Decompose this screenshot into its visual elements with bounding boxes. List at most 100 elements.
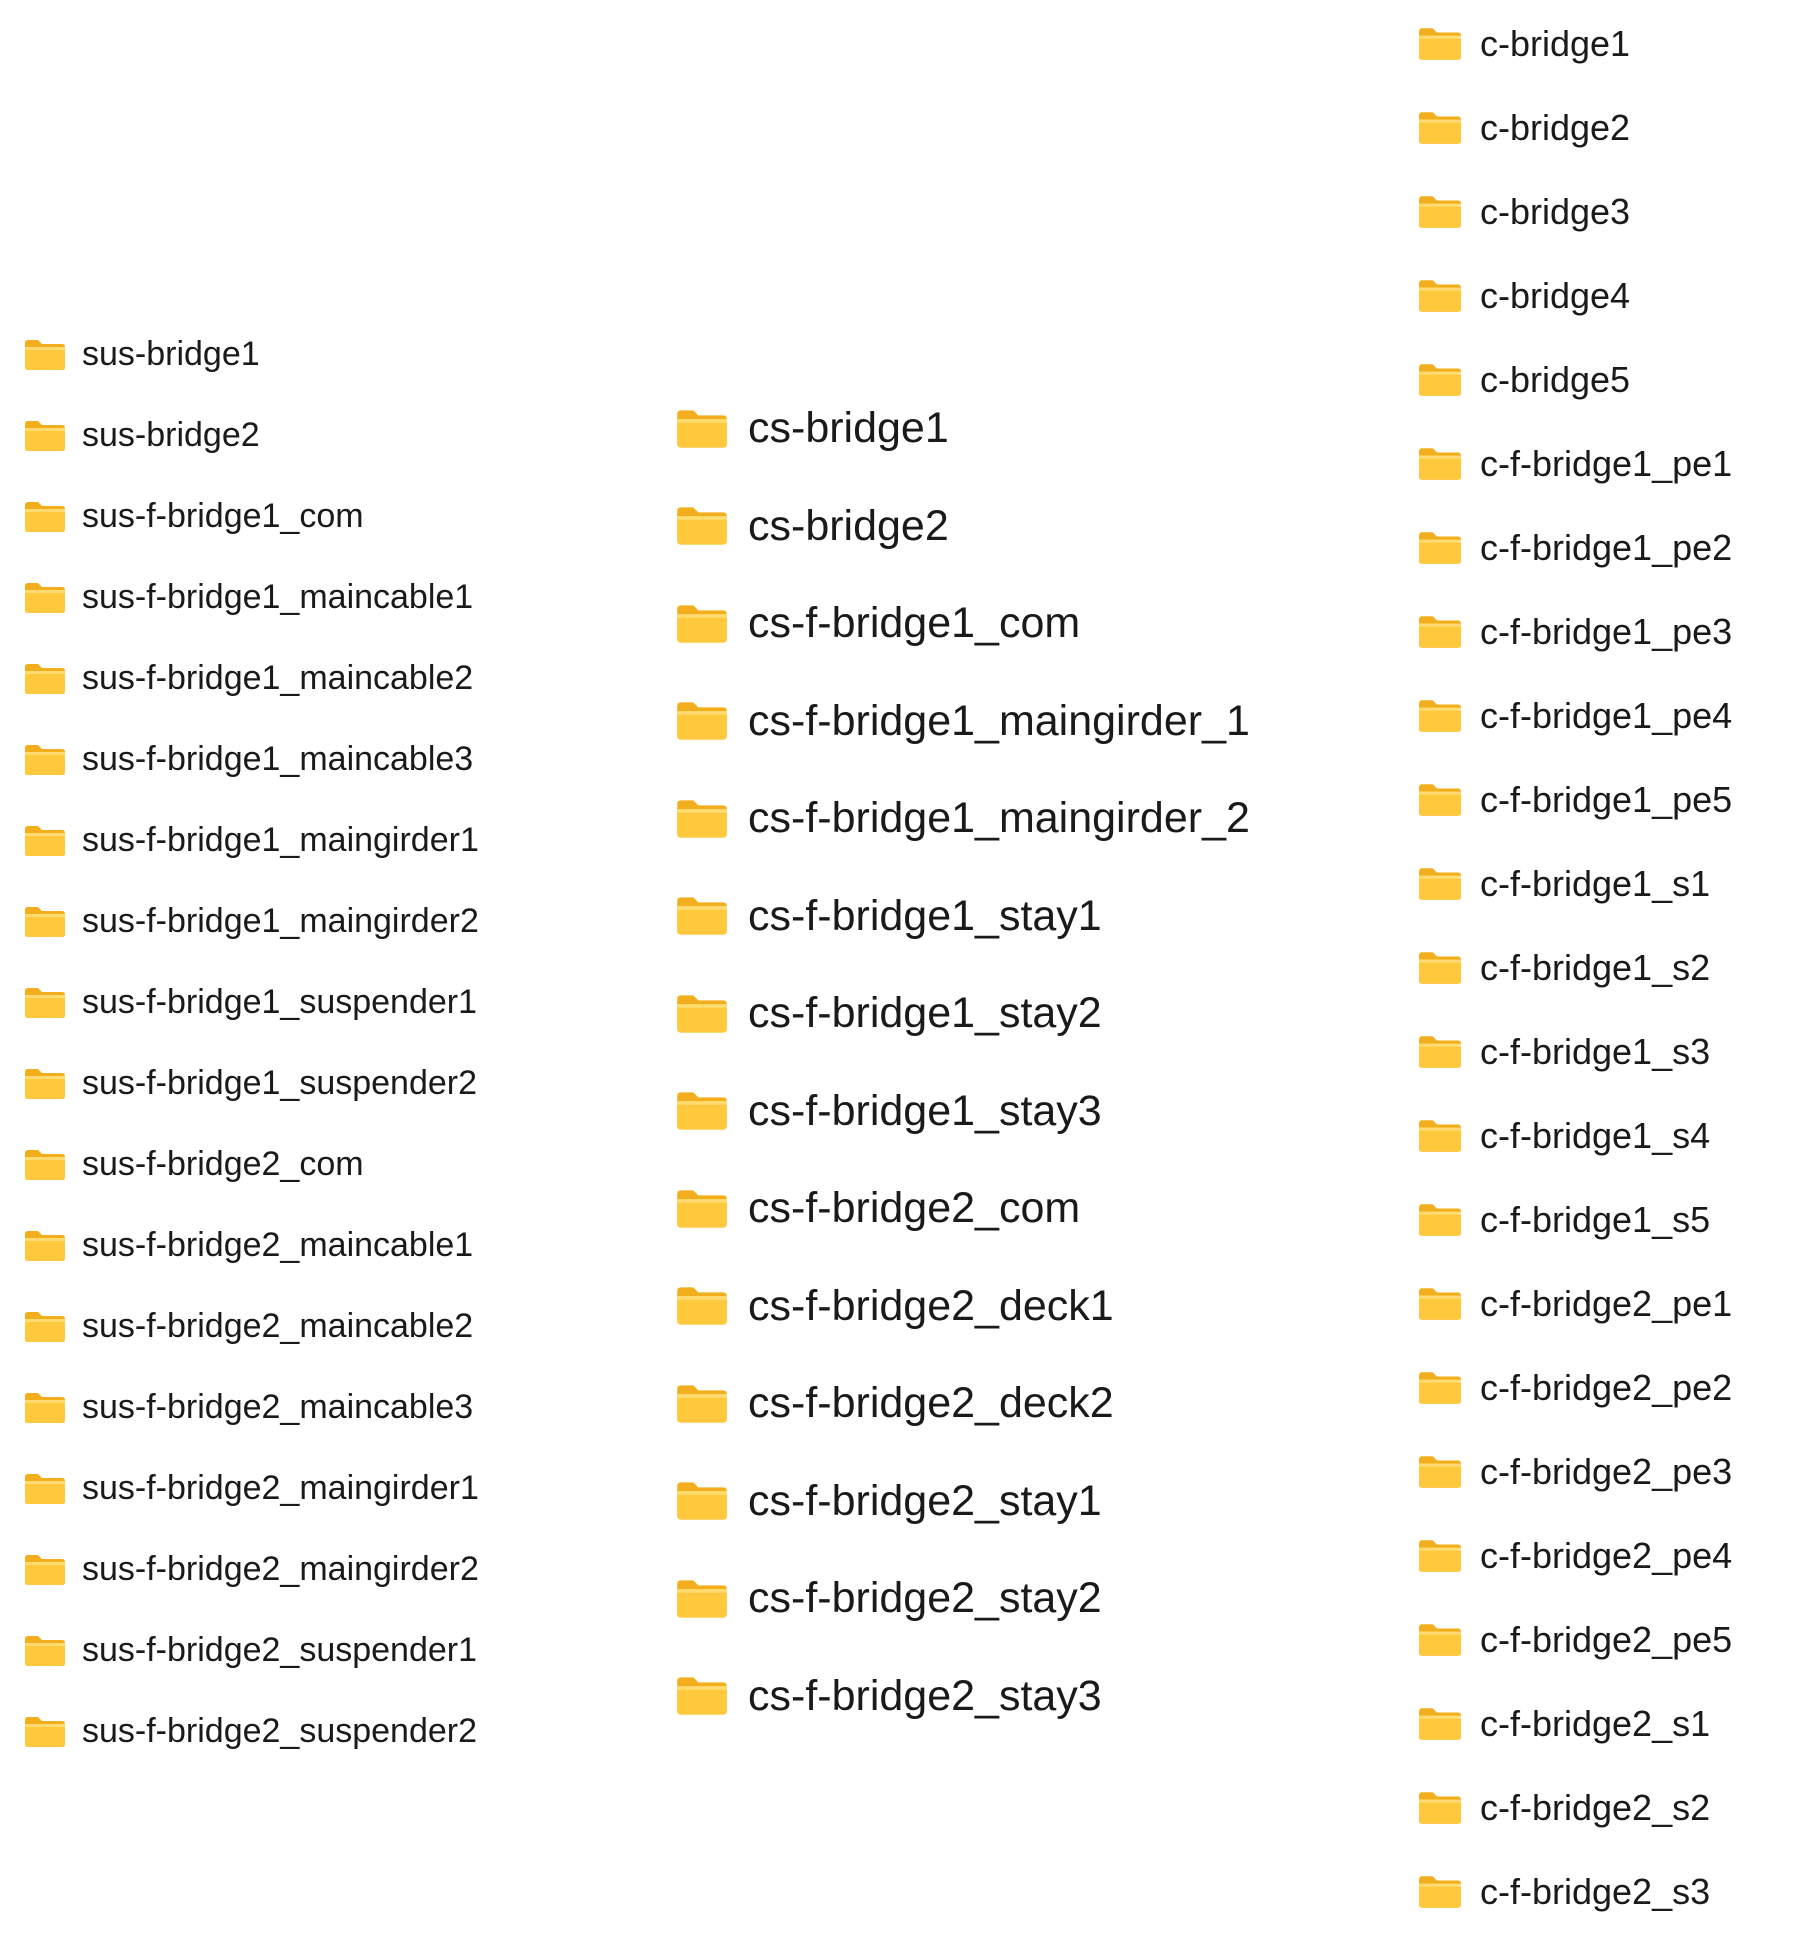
folder-icon <box>1418 1455 1462 1489</box>
folder-item[interactable]: sus-f-bridge2_suspender1 <box>24 1610 479 1691</box>
folder-item[interactable]: c-f-bridge1_s4 <box>1418 1094 1732 1178</box>
folder-icon <box>1418 195 1462 229</box>
folder-item[interactable]: c-bridge5 <box>1418 338 1732 422</box>
folder-name: sus-f-bridge1_maincable1 <box>82 578 474 616</box>
folder-icon <box>24 1635 66 1667</box>
folder-item[interactable]: cs-f-bridge1_maingirder_2 <box>676 770 1250 868</box>
folder-item[interactable]: c-f-bridge1_pe4 <box>1418 674 1732 758</box>
folder-name: c-f-bridge1_pe5 <box>1480 779 1733 820</box>
folder-item[interactable]: sus-bridge2 <box>24 395 479 476</box>
folder-item[interactable]: c-f-bridge2_pe3 <box>1418 1430 1732 1514</box>
folder-icon <box>1418 531 1462 565</box>
folder-icon <box>24 1068 66 1100</box>
folder-item[interactable]: cs-f-bridge2_stay3 <box>676 1648 1250 1746</box>
folder-item[interactable]: sus-f-bridge2_maingirder2 <box>24 1529 479 1610</box>
folder-name: c-bridge1 <box>1480 23 1631 64</box>
folder-item[interactable]: sus-f-bridge2_suspender2 <box>24 1691 479 1772</box>
folder-item[interactable]: sus-f-bridge2_maincable2 <box>24 1286 479 1367</box>
folder-item[interactable]: c-f-bridge2_pe1 <box>1418 1262 1732 1346</box>
folder-item[interactable]: c-f-bridge1_pe3 <box>1418 590 1732 674</box>
folder-icon <box>24 501 66 533</box>
folder-item[interactable]: sus-f-bridge1_suspender1 <box>24 962 479 1043</box>
folder-name: cs-f-bridge1_com <box>748 599 1081 648</box>
folder-icon <box>676 994 728 1034</box>
folder-item[interactable]: c-bridge3 <box>1418 170 1732 254</box>
folder-item[interactable]: sus-f-bridge1_maingirder1 <box>24 800 479 881</box>
folder-item[interactable]: c-f-bridge1_s1 <box>1418 842 1732 926</box>
folder-name: cs-f-bridge2_stay3 <box>748 1671 1102 1720</box>
folder-item[interactable]: cs-f-bridge2_deck1 <box>676 1258 1250 1356</box>
folder-name: cs-f-bridge1_stay1 <box>748 891 1102 940</box>
folder-icon <box>24 663 66 695</box>
folder-item[interactable]: sus-f-bridge2_maincable1 <box>24 1205 479 1286</box>
folder-item[interactable]: c-f-bridge2_s3 <box>1418 1850 1732 1934</box>
folder-item[interactable]: sus-f-bridge1_maincable2 <box>24 638 479 719</box>
folder-item[interactable]: cs-bridge1 <box>676 380 1250 478</box>
folder-name: c-f-bridge1_s4 <box>1480 1115 1711 1156</box>
folder-name: c-f-bridge1_s5 <box>1480 1199 1711 1240</box>
folder-name: sus-f-bridge1_com <box>82 497 364 535</box>
folder-item[interactable]: sus-f-bridge1_maincable1 <box>24 557 479 638</box>
folder-icon <box>24 1230 66 1262</box>
folder-item[interactable]: c-f-bridge2_pe5 <box>1418 1598 1732 1682</box>
folder-item[interactable]: cs-f-bridge2_stay1 <box>676 1453 1250 1551</box>
folder-item[interactable]: cs-f-bridge2_deck2 <box>676 1355 1250 1453</box>
folder-icon <box>676 1676 728 1716</box>
folder-item[interactable]: sus-f-bridge1_maingirder2 <box>24 881 479 962</box>
folder-icon <box>1418 1875 1462 1909</box>
folder-name: c-f-bridge2_s2 <box>1480 1787 1711 1828</box>
folder-item[interactable]: cs-f-bridge1_stay2 <box>676 965 1250 1063</box>
folder-item[interactable]: sus-f-bridge1_maincable3 <box>24 719 479 800</box>
folder-name: c-f-bridge2_pe2 <box>1480 1367 1733 1408</box>
folder-item[interactable]: cs-f-bridge1_stay1 <box>676 868 1250 966</box>
folder-icon <box>24 906 66 938</box>
folder-item[interactable]: c-f-bridge1_s5 <box>1418 1178 1732 1262</box>
folder-item[interactable]: c-f-bridge1_pe2 <box>1418 506 1732 590</box>
folder-item[interactable]: sus-f-bridge1_com <box>24 476 479 557</box>
folder-item[interactable]: c-f-bridge2_pe2 <box>1418 1346 1732 1430</box>
folder-item[interactable]: sus-bridge1 <box>24 314 479 395</box>
folder-icon <box>1418 27 1462 61</box>
folder-item[interactable]: c-f-bridge2_s1 <box>1418 1682 1732 1766</box>
folder-item[interactable]: cs-f-bridge1_com <box>676 575 1250 673</box>
folder-icon <box>1418 867 1462 901</box>
folder-item[interactable]: c-f-bridge1_pe1 <box>1418 422 1732 506</box>
folder-icon <box>24 744 66 776</box>
folder-icon <box>24 582 66 614</box>
folder-item[interactable]: cs-f-bridge2_stay2 <box>676 1550 1250 1648</box>
folder-item[interactable]: cs-bridge2 <box>676 478 1250 576</box>
folder-item[interactable]: c-bridge2 <box>1418 86 1732 170</box>
folder-name: cs-f-bridge2_deck2 <box>748 1379 1114 1428</box>
folder-name: cs-bridge1 <box>748 404 949 453</box>
folder-name: sus-f-bridge1_maincable3 <box>82 740 474 778</box>
folder-item[interactable]: sus-f-bridge2_maingirder1 <box>24 1448 479 1529</box>
folder-item[interactable]: c-bridge1 <box>1418 2 1732 86</box>
folder-item[interactable]: c-bridge4 <box>1418 254 1732 338</box>
folder-item[interactable]: sus-f-bridge2_maincable3 <box>24 1367 479 1448</box>
folder-name: sus-f-bridge2_maingirder1 <box>82 1469 479 1507</box>
folder-icon <box>1418 1539 1462 1573</box>
folder-column-cs: cs-bridge1 cs-bridge2 cs-f-bridge1_com cs-f… <box>676 380 1250 1745</box>
folder-name: c-bridge5 <box>1480 359 1631 400</box>
folder-icon <box>676 604 728 644</box>
folder-name: sus-f-bridge1_maincable2 <box>82 659 474 697</box>
folder-name: sus-bridge2 <box>82 416 260 454</box>
folder-item[interactable]: sus-f-bridge1_suspender2 <box>24 1043 479 1124</box>
folder-icon <box>676 799 728 839</box>
folder-item[interactable]: cs-f-bridge2_com <box>676 1160 1250 1258</box>
folder-name: cs-f-bridge2_com <box>748 1184 1081 1233</box>
folder-item[interactable]: c-f-bridge1_s2 <box>1418 926 1732 1010</box>
folder-name: c-f-bridge1_pe2 <box>1480 527 1733 568</box>
folder-icon <box>1418 1707 1462 1741</box>
folder-item[interactable]: c-f-bridge2_pe4 <box>1418 1514 1732 1598</box>
folder-name: c-f-bridge2_s1 <box>1480 1703 1711 1744</box>
folder-item[interactable]: c-f-bridge1_s3 <box>1418 1010 1732 1094</box>
folder-item[interactable]: c-f-bridge2_s2 <box>1418 1766 1732 1850</box>
folder-name: sus-f-bridge1_suspender1 <box>82 983 478 1021</box>
folder-item[interactable]: sus-f-bridge2_com <box>24 1124 479 1205</box>
folder-item[interactable]: c-f-bridge1_pe5 <box>1418 758 1732 842</box>
folder-item[interactable]: cs-f-bridge1_stay3 <box>676 1063 1250 1161</box>
folder-icon <box>1418 111 1462 145</box>
folder-item[interactable]: cs-f-bridge1_maingirder_1 <box>676 673 1250 771</box>
folder-icon <box>24 339 66 371</box>
